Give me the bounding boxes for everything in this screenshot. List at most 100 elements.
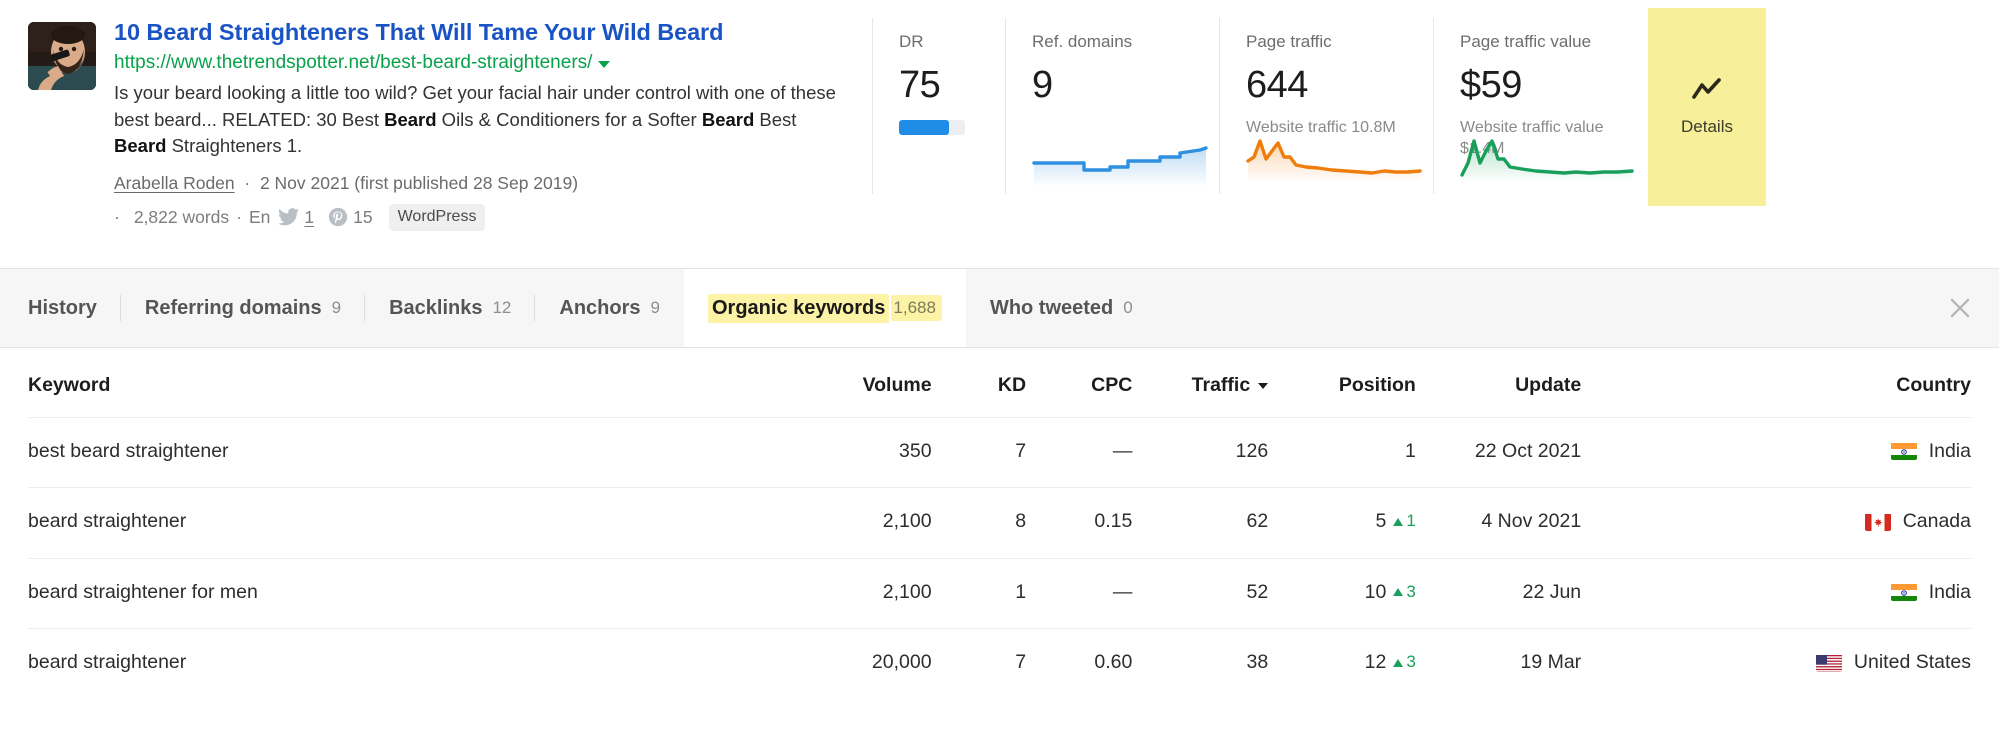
col-header-kd[interactable]: KD	[931, 348, 1027, 418]
table-row[interactable]: beard straightener 2,100 8 0.15 62 5 1 4 Nov 20…	[28, 487, 1971, 559]
result-url-link[interactable]: https://www.thetrendspotter.net/best-bea…	[114, 51, 592, 75]
tab-label: Backlinks	[389, 296, 483, 319]
tab-label: Anchors	[559, 296, 641, 319]
cell-update: 19 Mar	[1415, 628, 1582, 699]
ahrefs-page-explorer-panel: 10 Beard Straighteners That Will Tame Yo…	[0, 0, 1999, 748]
cell-keyword[interactable]: best beard straightener	[28, 416, 737, 488]
tab-label: Referring domains	[144, 296, 322, 319]
cell-cpc: —	[1026, 557, 1133, 629]
col-header-traffic[interactable]: Traffic	[1132, 348, 1269, 418]
cell-country: Canada	[1581, 487, 1971, 559]
col-header-country[interactable]: Country	[1581, 348, 1971, 418]
metric-label-page-traffic: Page traffic	[1246, 32, 1332, 51]
metric-card-ref-domains: Ref. domains 9	[1005, 18, 1219, 194]
cell-keyword[interactable]: beard straightener	[28, 487, 737, 559]
tab-count: 0	[1123, 298, 1133, 317]
country-name: United States	[1853, 651, 1971, 674]
cell-cpc: —	[1026, 416, 1133, 488]
organic-keywords-table: Keyword Volume KD CPC Traffic Position U…	[28, 348, 1971, 699]
position-number: 5	[1375, 510, 1387, 533]
tab-history[interactable]: History	[28, 269, 121, 347]
tab-label: History	[28, 296, 97, 319]
sparkline-page-traffic	[1246, 137, 1422, 186]
result-title-link[interactable]: 10 Beard Straighteners That Will Tame Yo…	[114, 18, 872, 47]
cell-update: 22 Oct 2021	[1415, 416, 1582, 488]
cell-volume: 20,000	[736, 628, 932, 699]
position-value-group: 1	[1405, 438, 1416, 464]
dr-progress-fill	[899, 120, 949, 136]
result-description: Is your beard looking a little too wild?…	[114, 82, 836, 156]
cell-country: India	[1581, 416, 1971, 488]
cell-position: 10 3	[1268, 557, 1416, 629]
twitter-share-count[interactable]: 1	[304, 207, 314, 228]
metric-value-page-traffic-value: $59	[1460, 64, 1522, 107]
cell-kd: 1	[931, 557, 1027, 629]
table-header-row: Keyword Volume KD CPC Traffic Position U…	[28, 348, 1971, 418]
country-name: India	[1928, 440, 1971, 462]
tab-count: 12	[492, 298, 512, 317]
cell-volume: 350	[736, 416, 932, 488]
chevron-down-icon[interactable]	[598, 60, 611, 68]
trend-chart-icon	[1692, 77, 1722, 105]
metric-card-page-traffic: Page traffic 644 Website traffic 10.8M	[1219, 18, 1433, 194]
twitter-icon	[278, 208, 300, 226]
tab-backlinks[interactable]: Backlinks 12	[365, 269, 536, 347]
tab-count: 9	[331, 298, 342, 317]
col-header-keyword[interactable]: Keyword	[28, 348, 737, 418]
cell-kd: 7	[931, 628, 1027, 699]
result-stats-row: · 2,822 words · En 1 15 WordPress	[114, 203, 872, 231]
tab-who-tweeted[interactable]: Who tweeted 0	[966, 269, 1157, 347]
metric-value-dr: 75	[899, 64, 941, 107]
table-row[interactable]: beard straightener 20,000 7 0.60 38 12 3 19 Mar…	[28, 628, 1971, 699]
cell-country: United States	[1581, 628, 1971, 699]
organic-keywords-table-wrap: Keyword Volume KD CPC Traffic Position U…	[0, 348, 1999, 699]
result-url-row: https://www.thetrendspotter.net/best-bea…	[114, 51, 872, 75]
tab-list: History Referring domains 9 Backlinks 12 Anch…	[0, 269, 1157, 347]
details-button[interactable]: Details	[1648, 8, 1766, 206]
close-panel-button[interactable]	[1921, 269, 1999, 347]
country-name: Canada	[1902, 510, 1971, 533]
publish-date: 2 Nov 2021 (first published 28 Sep 2019)	[259, 173, 579, 194]
cell-traffic: 62	[1132, 487, 1269, 559]
col-header-update[interactable]: Update	[1415, 348, 1582, 418]
sparkline-page-traffic-value	[1460, 137, 1636, 186]
cell-cpc: 0.15	[1026, 487, 1133, 559]
col-header-cpc[interactable]: CPC	[1026, 348, 1133, 418]
metric-card-dr: DR 75	[872, 18, 1005, 194]
tab-count: 9	[650, 298, 660, 317]
tab-referring-domains[interactable]: Referring domains 9	[121, 269, 366, 347]
cell-update: 22 Jun	[1415, 557, 1582, 629]
metric-label-ref-domains: Ref. domains	[1032, 32, 1133, 51]
country-group: United States	[1815, 649, 1971, 675]
close-icon	[1950, 298, 1970, 318]
table-row[interactable]: beard straightener for men 2,100 1—52 10 3 22…	[28, 557, 1971, 629]
cell-position: 51	[1268, 487, 1416, 559]
author-link[interactable]: Arabella Roden	[114, 173, 235, 193]
col-header-volume[interactable]: Volume	[736, 348, 932, 418]
cell-update: 4 Nov 2021	[1415, 487, 1582, 559]
metric-card-page-traffic-value: Page traffic value $59 Website traffic v…	[1433, 18, 1648, 194]
tab-count: 1,688	[891, 295, 942, 321]
col-header-position[interactable]: Position	[1268, 348, 1416, 418]
cell-traffic: 126	[1132, 416, 1269, 488]
tab-anchors[interactable]: Anchors 9	[535, 269, 684, 347]
country-name: India	[1928, 580, 1971, 603]
arrow-up-icon	[1393, 517, 1404, 526]
table-row[interactable]: best beard straightener 350 7—126 1 22 Oct 2…	[28, 416, 1971, 488]
cell-keyword[interactable]: beard straightener for men	[28, 557, 737, 629]
serp-result-card: 10 Beard Straighteners That Will Tame Yo…	[0, 0, 1999, 268]
position-value-group: 10 3	[1365, 579, 1416, 605]
page-thumbnail	[28, 22, 96, 90]
cell-keyword[interactable]: beard straightener	[28, 628, 737, 699]
flag-in-icon	[1890, 583, 1917, 602]
serp-result-body: 10 Beard Straighteners That Will Tame Yo…	[114, 18, 872, 231]
tab-organic-keywords[interactable]: Organic keywords 1,688	[683, 269, 966, 347]
flag-ca-icon	[1864, 513, 1891, 531]
result-byline: Arabella Roden · 2 Nov 2021 (first publi…	[114, 173, 579, 194]
language-code: En	[249, 206, 271, 227]
flag-us-icon	[1815, 654, 1842, 672]
flag-in-icon	[1890, 442, 1917, 461]
dr-progress-bar	[899, 120, 965, 136]
table-head: Keyword Volume KD CPC Traffic Position U…	[28, 348, 1971, 418]
cell-position: 12 3	[1268, 628, 1416, 699]
